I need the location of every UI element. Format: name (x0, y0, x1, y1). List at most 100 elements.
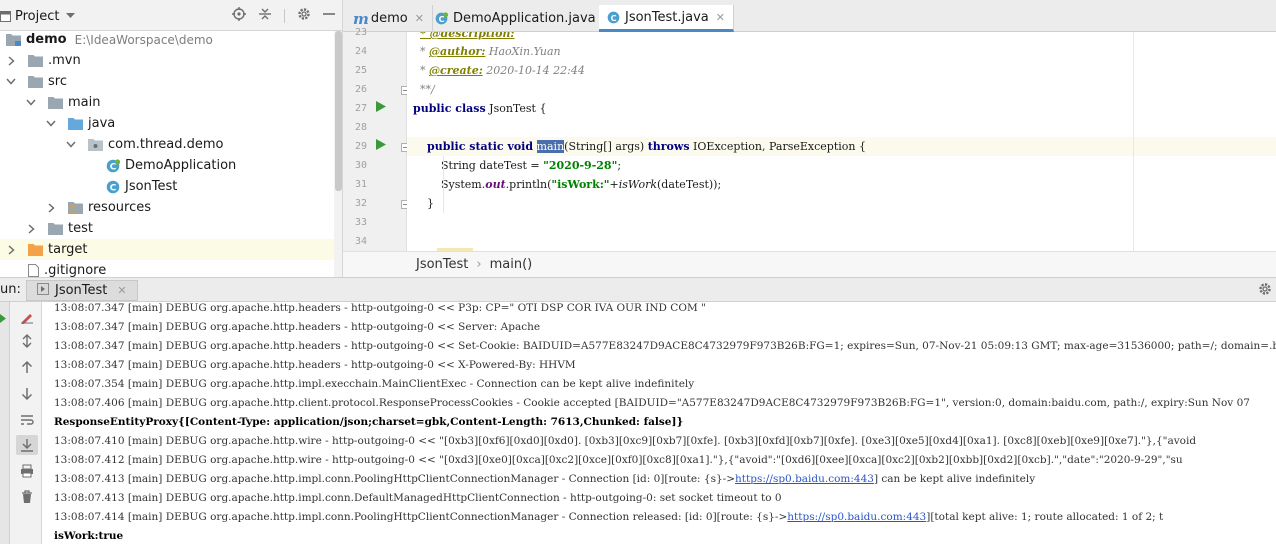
closing-brace: } (427, 197, 434, 210)
project-view-selector[interactable]: Project (0, 7, 76, 25)
chevron-right-icon[interactable] (46, 202, 56, 213)
tab-label: JsonTest.java (625, 9, 709, 25)
breadcrumb-method[interactable]: main() (490, 257, 533, 272)
console-output[interactable]: 13:08:07.347 [main] DEBUG org.apache.htt… (42, 302, 1276, 544)
close-icon[interactable]: ✕ (716, 11, 725, 24)
right-margin-guide (1133, 32, 1134, 251)
log-line: 13:08:07.347 [main] DEBUG org.apache.htt… (54, 302, 706, 314)
tree-item-label: resources (88, 200, 152, 215)
code-line: String dateTest = "2020-9-28"; (413, 156, 621, 175)
tree-item-resources[interactable]: resources (0, 197, 334, 218)
code-line: System.out.println("isWork:"+isWork(date… (413, 175, 721, 194)
keyword: public class (413, 102, 486, 115)
log-text: 13:08:07.414 [main] DEBUG org.apache.htt… (54, 511, 788, 523)
method-call: isWork (618, 178, 657, 191)
project-scrollbar[interactable] (334, 31, 342, 277)
tree-item-label: .gitignore (44, 263, 107, 277)
chevron-right-icon[interactable] (26, 223, 36, 234)
log-line: 13:08:07.413 [main] DEBUG org.apache.htt… (54, 492, 782, 504)
editor-gutter[interactable]: 23 24 25 26 27 28 29 30 31 32 33 34 (343, 27, 410, 251)
scrollbar-thumb[interactable] (335, 31, 342, 191)
run-tab-label: JsonTest (55, 283, 108, 298)
maven-icon: m (353, 9, 369, 28)
line-number: 28 (354, 122, 367, 133)
static-field: out (485, 178, 506, 191)
tree-item-label: DemoApplication (125, 158, 237, 173)
locate-crosshair-icon[interactable] (232, 7, 246, 25)
project-title: Project (15, 8, 60, 24)
hide-panel-icon[interactable] (323, 7, 335, 25)
tree-item-demo[interactable]: demo E:\IdeaWorspace\demo (0, 29, 334, 50)
soft-wrap-icon[interactable] (16, 410, 38, 430)
javadoc-end: **/ (420, 83, 435, 96)
tree-item-demoapplication[interactable]: C DemoApplication (0, 155, 334, 176)
svg-text:C: C (610, 12, 616, 22)
tree-item-label: java (88, 116, 116, 131)
trash-icon[interactable] (16, 487, 38, 507)
code-editor[interactable]: * @description: * @author: HaoXin.Yuan *… (407, 32, 1276, 251)
run-panel-title: un: (0, 282, 21, 297)
tree-item-main[interactable]: main (0, 92, 334, 113)
chevron-right-icon[interactable] (6, 244, 16, 255)
tree-item-target[interactable]: target (0, 239, 334, 260)
tree-item-jsontest[interactable]: C JsonTest (0, 176, 334, 197)
tree-item-label: .mvn (48, 53, 81, 68)
file-icon (28, 264, 39, 277)
close-icon[interactable]: ✕ (117, 284, 126, 297)
doc-star: * (413, 45, 429, 58)
chevron-down-icon (66, 13, 76, 19)
scroll-down-icon[interactable] (16, 384, 38, 404)
tab-jsontest[interactable]: C JsonTest.java ✕ (599, 5, 734, 32)
run-config-icon (37, 282, 49, 299)
indent-guide (443, 156, 444, 213)
chevron-right-icon[interactable] (6, 55, 16, 66)
resources-folder-icon (68, 201, 83, 214)
doc-indent (413, 83, 420, 96)
code-text: System. (440, 178, 486, 191)
edit-config-button[interactable] (16, 307, 38, 327)
chevron-down-icon[interactable] (46, 119, 56, 129)
tree-item-mvn[interactable]: .mvn (0, 50, 334, 71)
gear-icon[interactable] (297, 7, 311, 25)
collapse-all-icon[interactable] (258, 7, 272, 25)
tree-item-label: test (68, 221, 93, 236)
run-tab-jsontest[interactable]: JsonTest ✕ (26, 280, 138, 301)
code-line-current: public static void main(String[] args) t… (407, 137, 1276, 156)
print-icon[interactable] (16, 461, 38, 481)
code-text: IOException, ParseException { (689, 140, 866, 153)
tab-demoapplication[interactable]: C DemoApplication.java ✕ (427, 5, 621, 32)
run-main-icon[interactable] (376, 139, 386, 154)
route-link[interactable]: https://sp0.baidu.com:443 (787, 511, 926, 523)
tree-item-java[interactable]: java (0, 113, 334, 134)
gear-icon[interactable] (1258, 282, 1272, 300)
log-line: 13:08:07.412 [main] DEBUG org.apache.htt… (54, 454, 1183, 466)
chevron-down-icon[interactable] (66, 140, 76, 150)
run-panel-header: un: JsonTest ✕ (0, 277, 1276, 302)
chevron-down-icon[interactable] (26, 98, 36, 108)
code-text: .println( (505, 178, 552, 191)
project-panel: Project demo E:\IdeaWorspace\demo .mvn s… (0, 0, 343, 277)
code-line: public class JsonTest { (413, 99, 546, 118)
scroll-to-end-icon[interactable] (16, 435, 38, 455)
line-number: 23 (354, 27, 367, 38)
line-number: 26 (354, 84, 367, 95)
scroll-up-icon[interactable] (16, 357, 38, 377)
source-folder-icon (68, 117, 83, 130)
tree-item-package[interactable]: com.thread.demo (0, 134, 334, 155)
breadcrumb-class[interactable]: JsonTest (416, 257, 468, 272)
project-panel-header: Project (0, 0, 342, 31)
chevron-down-icon[interactable] (6, 77, 16, 87)
log-line: 13:08:07.354 [main] DEBUG org.apache.htt… (54, 378, 695, 390)
pin-tab-button[interactable] (16, 331, 38, 351)
route-link[interactable]: https://sp0.baidu.com:443 (735, 473, 874, 485)
run-class-icon[interactable] (376, 101, 386, 116)
tree-item-test[interactable]: test (0, 218, 334, 239)
tree-item-gitignore[interactable]: .gitignore (0, 260, 334, 277)
tree-item-src[interactable]: src (0, 71, 334, 92)
rerun-icon[interactable] (0, 312, 6, 327)
line-number: 25 (354, 65, 367, 76)
close-icon[interactable]: ✕ (415, 12, 424, 25)
line-number: 32 (354, 198, 367, 209)
code-text: JsonTest { (485, 102, 547, 115)
line-number: 34 (354, 236, 367, 247)
